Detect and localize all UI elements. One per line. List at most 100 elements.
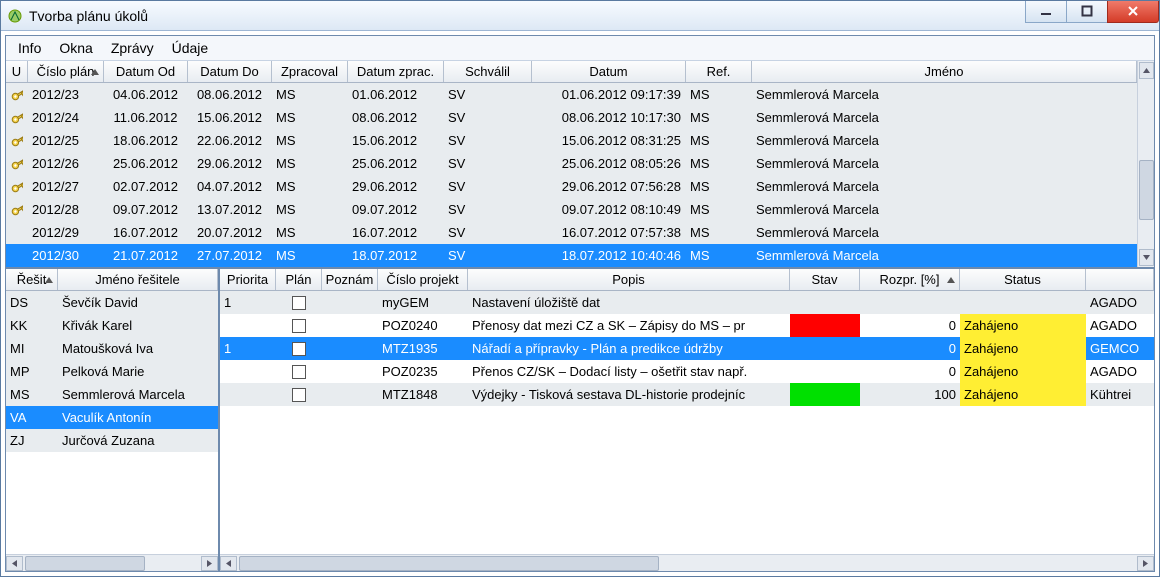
scroll-right-icon[interactable] [1137, 556, 1154, 571]
col-poznam[interactable]: Poznám [322, 269, 378, 290]
cell-ref: MS [686, 152, 752, 175]
cell-jmeno: Semmlerová Marcela [752, 83, 1137, 106]
col-od[interactable]: Datum Od [104, 61, 188, 82]
col-zprac[interactable]: Zpracoval [272, 61, 348, 82]
cell-dzprac: 29.06.2012 [348, 175, 444, 198]
cell-zprac: MS [272, 244, 348, 267]
solver-row[interactable]: DSŠevčík David [6, 291, 218, 314]
task-row[interactable]: POZ0235Přenos CZ/SK – Dodací listy – oše… [220, 360, 1154, 383]
cell-stav [790, 314, 860, 337]
col-dzprac[interactable]: Datum zprac. [348, 61, 444, 82]
col-cislo[interactable]: Číslo plán [28, 61, 104, 82]
solver-row[interactable]: MSSemmlerová Marcela [6, 383, 218, 406]
menu-udaje[interactable]: Údaje [164, 38, 217, 58]
col-u[interactable]: U [6, 61, 28, 82]
menubar: Info Okna Zprávy Údaje [6, 36, 1154, 61]
maximize-button[interactable] [1066, 1, 1108, 23]
solver-code: ZJ [6, 429, 58, 452]
solver-row[interactable]: KKKřivák Karel [6, 314, 218, 337]
scroll-right-icon[interactable] [201, 556, 218, 571]
col-org[interactable] [1086, 269, 1154, 290]
col-jmeno[interactable]: Jméno [752, 61, 1137, 82]
cell-projekt: POZ0240 [378, 314, 468, 337]
scroll-left-icon[interactable] [220, 556, 237, 571]
close-button[interactable] [1107, 1, 1159, 23]
col-status[interactable]: Status [960, 269, 1086, 290]
menu-okna[interactable]: Okna [51, 38, 100, 58]
tasks-header: Priorita Plán Poznám Číslo projekt Popis… [220, 269, 1154, 291]
col-stav[interactable]: Stav [790, 269, 860, 290]
plans-grid-body[interactable]: 2012/2304.06.201208.06.2012MS01.06.2012S… [6, 83, 1137, 267]
titlebar[interactable]: Tvorba plánu úkolů [1, 1, 1159, 31]
col-plan[interactable]: Plán [276, 269, 322, 290]
minimize-button[interactable] [1025, 1, 1067, 23]
plan-row[interactable]: 2012/2411.06.201215.06.2012MS08.06.2012S… [6, 106, 1137, 129]
task-row[interactable]: 1MTZ1935Nářadí a přípravky - Plán a pred… [220, 337, 1154, 360]
cell-dzprac: 16.07.2012 [348, 221, 444, 244]
cell-od: 09.07.2012 [104, 198, 188, 221]
cell-priorita: 1 [220, 291, 276, 314]
plan-row[interactable]: 2012/2916.07.201220.07.2012MS16.07.2012S… [6, 221, 1137, 244]
key-icon [6, 83, 28, 106]
cell-do: 22.06.2012 [188, 129, 272, 152]
plan-row[interactable]: 2012/2304.06.201208.06.2012MS01.06.2012S… [6, 83, 1137, 106]
cell-jmeno: Semmlerová Marcela [752, 175, 1137, 198]
col-schvalil[interactable]: Schválil [444, 61, 532, 82]
col-popis[interactable]: Popis [468, 269, 790, 290]
cell-projekt: myGEM [378, 291, 468, 314]
col-priorita[interactable]: Priorita [220, 269, 276, 290]
scroll-down-icon[interactable] [1139, 249, 1154, 266]
menu-info[interactable]: Info [10, 38, 49, 58]
plan-row[interactable]: 2012/2809.07.201213.07.2012MS09.07.2012S… [6, 198, 1137, 221]
col-rozpr[interactable]: Rozpr. [%] [860, 269, 960, 290]
cell-plan-check[interactable] [276, 360, 322, 383]
col-datum[interactable]: Datum [532, 61, 686, 82]
cell-status: Zahájeno [960, 314, 1086, 337]
key-icon [6, 221, 28, 244]
col-do[interactable]: Datum Do [188, 61, 272, 82]
cell-datum: 09.07.2012 08:10:49 [532, 198, 686, 221]
col-ref[interactable]: Ref. [686, 61, 752, 82]
solver-row[interactable]: MIMatoušková Iva [6, 337, 218, 360]
col-solver-code[interactable]: Řešit [6, 269, 58, 290]
cell-ref: MS [686, 106, 752, 129]
cell-plan-check[interactable] [276, 314, 322, 337]
tasks-hscroll[interactable] [220, 554, 1154, 571]
cell-zprac: MS [272, 198, 348, 221]
cell-plan-check[interactable] [276, 291, 322, 314]
solver-code: DS [6, 291, 58, 314]
task-row[interactable]: POZ0240Přenosy dat mezi CZ a SK – Zápisy… [220, 314, 1154, 337]
plan-row[interactable]: 2012/3021.07.201227.07.2012MS18.07.2012S… [6, 244, 1137, 267]
tasks-body[interactable]: 1myGEMNastavení úložiště datAGADOPOZ0240… [220, 291, 1154, 554]
solvers-hscroll[interactable] [6, 554, 218, 571]
plans-vscroll[interactable] [1137, 61, 1154, 267]
task-row[interactable]: 1myGEMNastavení úložiště datAGADO [220, 291, 1154, 314]
solver-row[interactable]: VAVaculík Antonín [6, 406, 218, 429]
solver-row[interactable]: MPPelková Marie [6, 360, 218, 383]
plan-row[interactable]: 2012/2518.06.201222.06.2012MS15.06.2012S… [6, 129, 1137, 152]
cell-schvalil: SV [444, 175, 532, 198]
col-projekt[interactable]: Číslo projekt [378, 269, 468, 290]
app-icon [7, 8, 23, 24]
cell-plan-check[interactable] [276, 383, 322, 406]
plan-row[interactable]: 2012/2625.06.201229.06.2012MS25.06.2012S… [6, 152, 1137, 175]
cell-jmeno: Semmlerová Marcela [752, 129, 1137, 152]
col-solver-name[interactable]: Jméno řešitele [58, 269, 218, 290]
scroll-up-icon[interactable] [1139, 62, 1154, 79]
cell-priorita [220, 360, 276, 383]
cell-plan-check[interactable] [276, 337, 322, 360]
plan-row[interactable]: 2012/2702.07.201204.07.2012MS29.06.2012S… [6, 175, 1137, 198]
solver-row[interactable]: ZJJurčová Zuzana [6, 429, 218, 452]
cell-do: 04.07.2012 [188, 175, 272, 198]
solvers-body[interactable]: DSŠevčík DavidKKKřivák KarelMIMatoušková… [6, 291, 218, 554]
key-icon [6, 244, 28, 267]
task-row[interactable]: MTZ1848Výdejky - Tisková sestava DL-hist… [220, 383, 1154, 406]
cell-popis: Nářadí a přípravky - Plán a predikce údr… [468, 337, 790, 360]
solver-name: Vaculík Antonín [58, 406, 218, 429]
scroll-left-icon[interactable] [6, 556, 23, 571]
cell-zprac: MS [272, 221, 348, 244]
cell-datum: 01.06.2012 09:17:39 [532, 83, 686, 106]
cell-do: 27.07.2012 [188, 244, 272, 267]
menu-zpravy[interactable]: Zprávy [103, 38, 162, 58]
cell-rozpr: 0 [860, 360, 960, 383]
